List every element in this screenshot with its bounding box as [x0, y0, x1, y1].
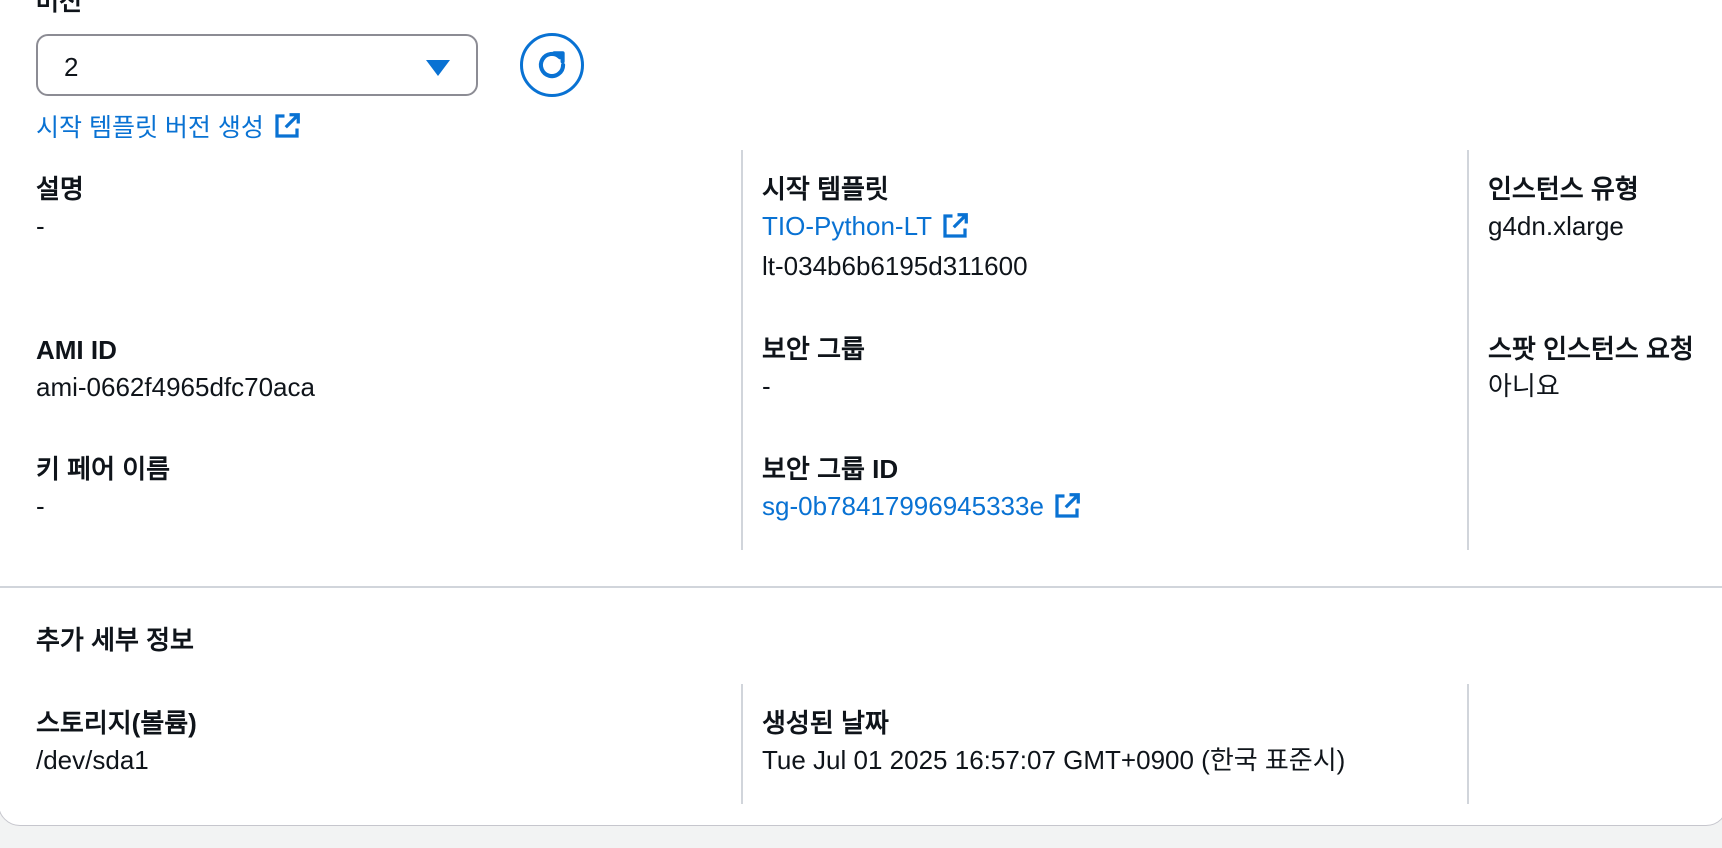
- section-divider: [0, 586, 1722, 588]
- created-date-label: 생성된 날짜: [762, 708, 889, 738]
- storage-label: 스토리지(볼륨): [36, 708, 197, 738]
- security-group-id-label: 보안 그룹 ID: [762, 454, 899, 484]
- column-divider: [1467, 150, 1469, 550]
- key-pair-label: 키 페어 이름: [36, 454, 171, 484]
- storage-value: /dev/sda1: [36, 745, 149, 775]
- security-group-label: 보안 그룹: [762, 334, 865, 364]
- instance-type-label: 인스턴스 유형: [1488, 174, 1639, 204]
- key-pair-value: -: [36, 491, 45, 521]
- ami-id-label: AMI ID: [36, 335, 117, 365]
- column-divider: [1467, 684, 1469, 804]
- refresh-button[interactable]: [520, 33, 584, 97]
- spot-request-value: 아니요: [1488, 371, 1560, 401]
- security-group-id-value: sg-0b78417996945333e: [762, 491, 1044, 521]
- version-select[interactable]: 2: [36, 34, 478, 96]
- instance-type-value: g4dn.xlarge: [1488, 211, 1624, 241]
- instance-type-field: 인스턴스 유형 g4dn.xlarge: [1488, 172, 1639, 246]
- create-template-version-label: 시작 템플릿 버전 생성: [36, 114, 264, 142]
- spot-request-field: 스팟 인스턴스 요청 아니요: [1488, 332, 1694, 406]
- external-link-icon: [275, 113, 300, 138]
- created-date-field: 생성된 날짜 Tue Jul 01 2025 16:57:07 GMT+0900…: [762, 706, 1345, 780]
- ami-id-field: AMI ID ami-0662f4965dfc70aca: [36, 333, 315, 407]
- launch-template-field: 시작 템플릿 TIO-Python-LT lt-034b6b6195d31160…: [762, 172, 1028, 286]
- description-value: -: [36, 211, 45, 241]
- launch-template-label: 시작 템플릿: [762, 174, 889, 204]
- refresh-icon: [538, 51, 566, 79]
- column-divider: [741, 150, 743, 550]
- ami-id-value: ami-0662f4965dfc70aca: [36, 372, 315, 402]
- security-group-field: 보안 그룹 -: [762, 332, 865, 406]
- version-label: 버전: [36, 0, 83, 16]
- external-link-icon: [943, 213, 968, 238]
- version-select-value: 2: [64, 52, 79, 82]
- description-field: 설명 -: [36, 172, 84, 246]
- external-link-icon: [1055, 493, 1080, 518]
- spot-request-label: 스팟 인스턴스 요청: [1488, 334, 1694, 364]
- additional-details-title: 추가 세부 정보: [36, 625, 194, 655]
- launch-template-name: TIO-Python-LT: [762, 211, 933, 241]
- description-label: 설명: [36, 174, 84, 204]
- storage-field: 스토리지(볼륨) /dev/sda1: [36, 706, 197, 780]
- security-group-value: -: [762, 371, 771, 401]
- created-date-value: Tue Jul 01 2025 16:57:07 GMT+0900 (한국 표준…: [762, 745, 1346, 775]
- launch-template-link[interactable]: TIO-Python-LT: [762, 206, 1028, 246]
- key-pair-field: 키 페어 이름 -: [36, 452, 170, 526]
- security-group-id-field: 보안 그룹 ID sg-0b78417996945333e: [762, 452, 1082, 526]
- launch-template-id: lt-034b6b6195d311600: [762, 251, 1028, 281]
- create-template-version-link[interactable]: 시작 템플릿 버전 생성: [36, 108, 302, 144]
- caret-down-icon: [426, 60, 450, 76]
- column-divider: [741, 684, 743, 804]
- security-group-id-link[interactable]: sg-0b78417996945333e: [762, 486, 1082, 526]
